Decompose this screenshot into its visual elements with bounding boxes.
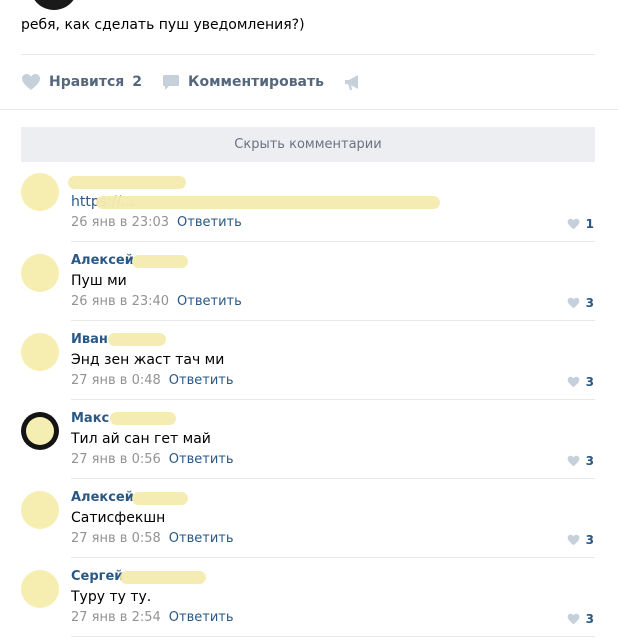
comment-like-button[interactable]: 3	[567, 296, 594, 310]
comment-date[interactable]: 27 янв в 0:48	[71, 373, 161, 388]
heart-icon	[567, 534, 579, 546]
divider	[71, 636, 595, 637]
reply-button[interactable]: Ответить	[169, 452, 234, 467]
redaction-scribble	[120, 571, 206, 584]
comment-item: Алексей Сатисфекшн 27 янв в 0:58 Ответить…	[0, 479, 618, 558]
avatar[interactable]	[21, 254, 59, 292]
comment-date[interactable]: 27 янв в 2:54	[71, 610, 161, 625]
comment-date[interactable]: 26 янв в 23:40	[71, 294, 169, 309]
redaction-scribble	[108, 333, 166, 346]
comment-meta: 26 янв в 23:40 Ответить	[71, 294, 242, 309]
like-count: 2	[132, 74, 143, 90]
comment-like-button[interactable]: 1	[567, 217, 594, 231]
comment-like-count: 3	[585, 296, 594, 310]
comment-like-count: 1	[585, 217, 594, 231]
reply-button[interactable]: Ответить	[169, 373, 234, 388]
divider	[0, 109, 618, 110]
comment-date[interactable]: 27 янв в 0:56	[71, 452, 161, 467]
comment-author[interactable]: Алексей	[71, 490, 134, 505]
divider	[21, 54, 595, 55]
comment-like-button[interactable]: 3	[567, 375, 594, 389]
heart-icon	[567, 297, 579, 309]
comment-item: Иван Энд зен жаст тач ми 27 янв в 0:48 От…	[0, 321, 618, 400]
heart-icon	[22, 74, 40, 90]
megaphone-icon	[344, 75, 358, 90]
avatar[interactable]	[21, 491, 59, 529]
comment-like-button[interactable]: 3	[567, 454, 594, 468]
like-label: Нравится	[49, 74, 125, 90]
heart-icon	[567, 376, 579, 388]
comment-like-count: 3	[585, 612, 594, 626]
comment-item: Сергей Туру ту ту. 27 янв в 2:54 Ответить…	[0, 558, 618, 637]
share-button[interactable]	[344, 73, 362, 91]
reply-button[interactable]: Ответить	[177, 215, 242, 230]
reply-button[interactable]: Ответить	[177, 294, 242, 309]
comment-item: Макс Тил ай сан гет май 27 янв в 0:56 Отв…	[0, 400, 618, 479]
like-button[interactable]: Нравится 2	[21, 73, 142, 91]
comment-like-count: 3	[585, 375, 594, 389]
heart-icon	[567, 218, 579, 230]
comment-like-count: 3	[585, 454, 594, 468]
comment-meta: 27 янв в 2:54 Ответить	[71, 610, 234, 625]
post-text: ребя, как сделать пуш уведомления?)	[21, 17, 305, 33]
redaction-scribble	[68, 176, 186, 189]
comment-label: Комментировать	[188, 74, 324, 90]
comment-item: Алексей Пуш ми 26 янв в 23:40 Ответить 3	[0, 242, 618, 321]
avatar[interactable]	[21, 333, 59, 371]
comment-button[interactable]: Комментировать	[162, 74, 324, 91]
comment-text: Тил ай сан гет май	[71, 431, 211, 447]
comment-date[interactable]: 26 янв в 23:03	[71, 215, 169, 230]
redaction-scribble	[96, 196, 440, 209]
comment-text: Пуш ми	[71, 273, 127, 289]
heart-icon	[567, 613, 579, 625]
avatar[interactable]	[21, 173, 59, 211]
comment-like-button[interactable]: 3	[567, 612, 594, 626]
reply-button[interactable]: Ответить	[169, 610, 234, 625]
post-actions: Нравится 2 Комментировать	[21, 70, 362, 94]
comment-author[interactable]: Иван	[71, 332, 108, 347]
redaction-scribble	[132, 492, 188, 505]
speech-bubble-icon	[163, 74, 180, 90]
comment-author[interactable]: Алексей	[71, 253, 134, 268]
reply-button[interactable]: Ответить	[169, 531, 234, 546]
hide-comments-button[interactable]: Скрыть комментарии	[21, 127, 595, 162]
comment-text: Энд зен жаст тач ми	[71, 352, 225, 368]
redaction-scribble	[110, 412, 176, 425]
comment-meta: 27 янв в 0:56 Ответить	[71, 452, 234, 467]
avatar[interactable]	[21, 570, 59, 608]
comment-meta: 27 янв в 0:58 Ответить	[71, 531, 234, 546]
comment-author[interactable]: Макс	[71, 411, 109, 426]
comment-item: https://... 26 янв в 23:03Ответить 1	[0, 163, 618, 242]
comment-date[interactable]: 27 янв в 0:58	[71, 531, 161, 546]
avatar[interactable]	[21, 412, 59, 450]
comment-like-count: 3	[585, 533, 594, 547]
comment-text: Сатисфекшн	[71, 510, 166, 526]
post-author-avatar[interactable]	[30, 0, 78, 10]
comment-meta: 26 янв в 23:03 Ответить	[71, 215, 242, 230]
comment-author[interactable]: Сергей	[71, 569, 123, 584]
redaction-scribble	[132, 255, 188, 268]
comment-text: Туру ту ту.	[71, 589, 152, 605]
comment-like-button[interactable]: 3	[567, 533, 594, 547]
heart-icon	[567, 455, 579, 467]
comment-meta: 27 янв в 0:48 Ответить	[71, 373, 234, 388]
